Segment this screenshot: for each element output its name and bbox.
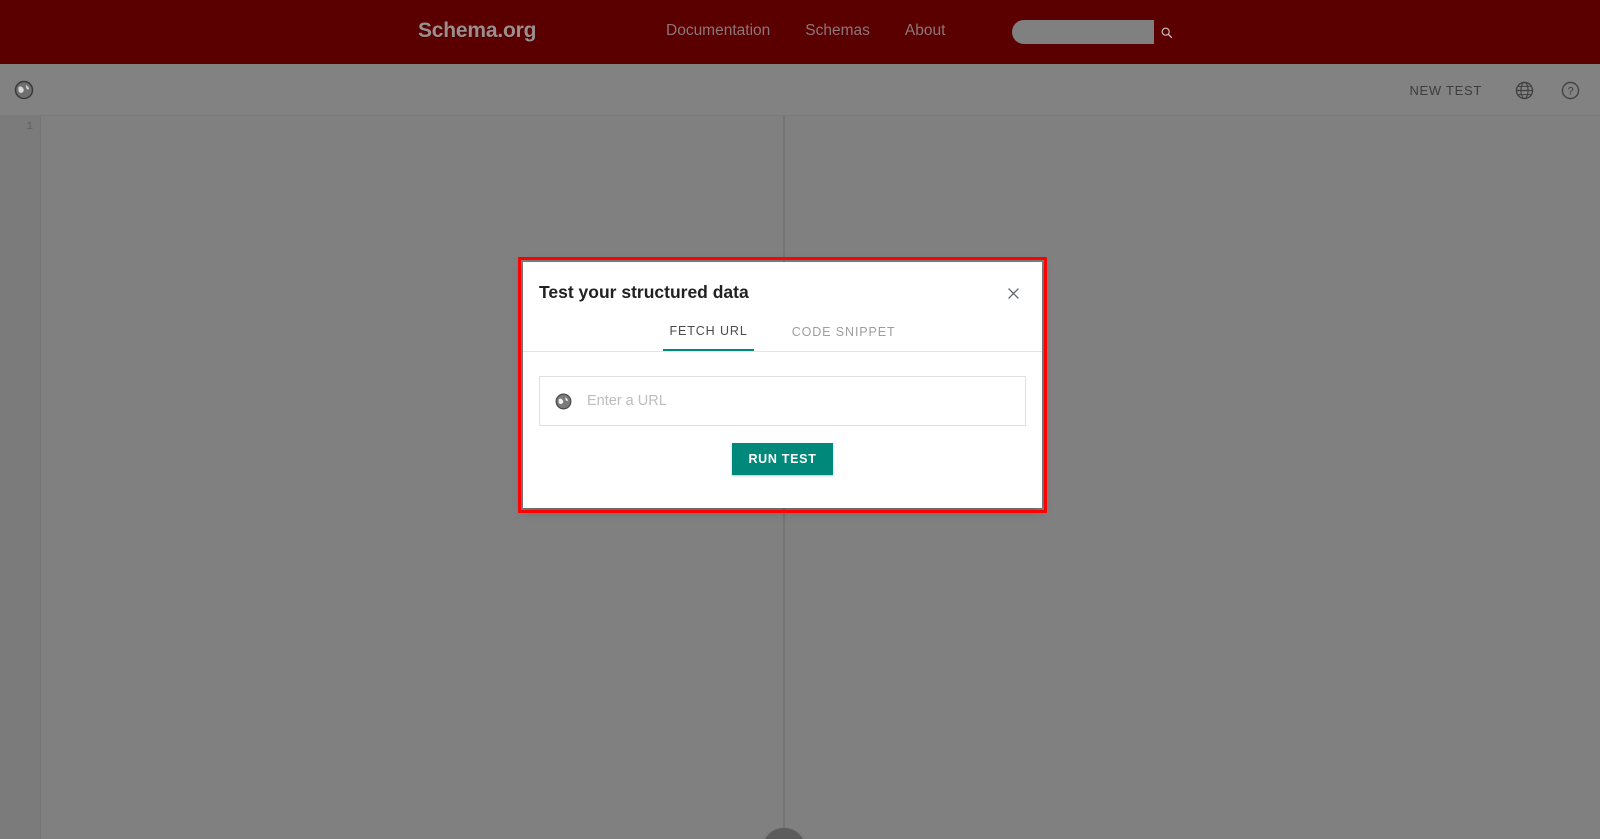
nav-link-schemas[interactable]: Schemas <box>805 22 870 40</box>
search-icon <box>1161 27 1172 38</box>
dialog-title: Test your structured data <box>539 281 749 302</box>
site-search-input[interactable] <box>1012 20 1154 44</box>
run-test-row: RUN TEST <box>523 443 1042 475</box>
site-search <box>1012 20 1178 44</box>
run-test-button[interactable]: RUN TEST <box>732 443 833 475</box>
svg-text:?: ? <box>1567 85 1573 97</box>
line-number: 1 <box>26 121 33 133</box>
site-brand-logo[interactable]: Schema.org <box>418 19 536 43</box>
new-test-button[interactable]: NEW TEST <box>1401 77 1490 104</box>
dialog-tabs: FETCH URL CODE SNIPPET <box>523 322 1042 352</box>
dialog-close-button[interactable] <box>1002 282 1024 304</box>
help-circle-icon: ? <box>1561 81 1579 99</box>
tab-fetch-url[interactable]: FETCH URL <box>663 322 754 351</box>
app-logo[interactable] <box>12 78 36 102</box>
globe-icon <box>1515 81 1533 99</box>
toolbar-actions: NEW TEST ? <box>1401 64 1582 116</box>
app-toolbar: NEW TEST ? <box>0 64 1600 116</box>
help-button[interactable]: ? <box>1558 78 1582 102</box>
tab-code-snippet[interactable]: CODE SNIPPET <box>786 322 902 351</box>
dialog-header: Test your structured data <box>523 262 1042 322</box>
page-root: Schema.org Documentation Schemas About N… <box>0 0 1600 839</box>
close-icon <box>1007 287 1019 299</box>
globe-icon <box>555 393 572 409</box>
nav-link-documentation[interactable]: Documentation <box>666 22 770 40</box>
globe-icon <box>14 80 34 100</box>
url-input-row <box>539 376 1026 426</box>
site-header: Schema.org Documentation Schemas About <box>0 0 1600 64</box>
nav-link-about[interactable]: About <box>905 22 946 40</box>
site-nav: Documentation Schemas About <box>666 22 945 40</box>
site-search-button[interactable] <box>1154 20 1178 44</box>
url-input[interactable] <box>585 392 1011 410</box>
editor-gutter: 1 <box>0 116 41 839</box>
test-structured-data-dialog: Test your structured data FETCH URL CODE… <box>523 262 1042 508</box>
language-button[interactable] <box>1512 78 1536 102</box>
